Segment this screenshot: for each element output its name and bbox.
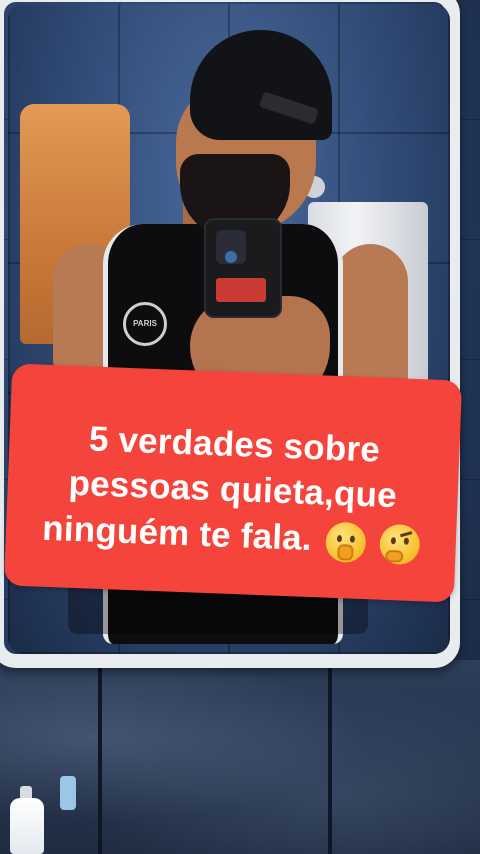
shushing-face-icon [324, 521, 367, 563]
photo-scene: PARIS 5 verdades sobre pessoas quieta,qu… [0, 0, 480, 854]
smartphone [204, 218, 282, 318]
thinking-face-icon [378, 523, 421, 565]
camera-icon [216, 230, 246, 264]
lotion-bottle [10, 798, 44, 854]
cabinet-surface [0, 660, 480, 854]
cabinet-divider [98, 660, 102, 854]
cabinet-divider [328, 660, 332, 854]
caption-overlay: 5 verdades sobre pessoas quieta,que ning… [3, 363, 463, 603]
jersey-crest: PARIS [123, 302, 167, 346]
phone-case-accent [216, 278, 266, 302]
caption-line-3-text: ninguém te fala. [41, 508, 313, 558]
small-container [60, 776, 76, 810]
